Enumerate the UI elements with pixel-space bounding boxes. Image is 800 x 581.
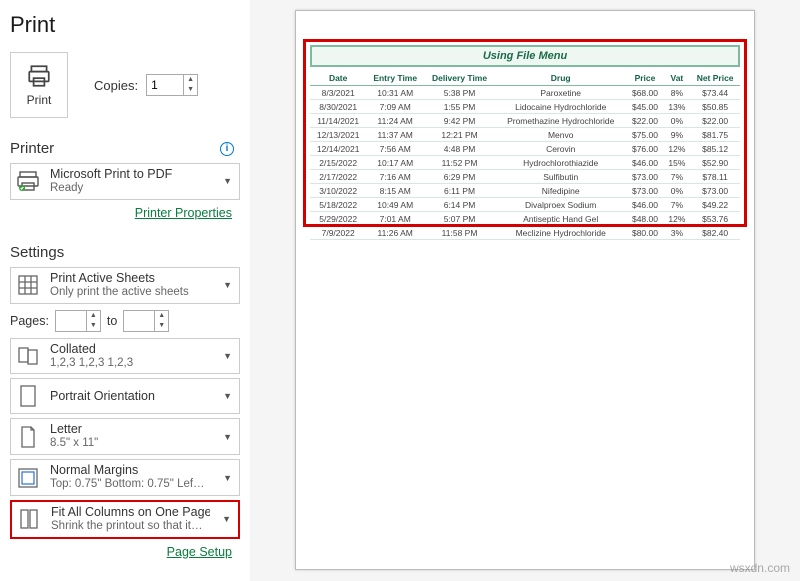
pages-from-stepper[interactable]: ▲▼: [55, 310, 101, 332]
print-button-label: Print: [27, 93, 52, 107]
watermark: wsxdn.com: [730, 561, 790, 575]
printer-properties-link[interactable]: Printer Properties: [10, 204, 240, 222]
pages-to-stepper[interactable]: ▲▼: [123, 310, 169, 332]
table-cell: Meclizine Hydrochloride: [495, 226, 626, 240]
scaling-sub: Shrink the printout so that it…: [51, 520, 210, 534]
paper-title: Letter: [50, 422, 211, 437]
collate-select[interactable]: Collated 1,2,3 1,2,3 1,2,3 ▼: [10, 338, 240, 375]
chevron-down-icon: ▼: [219, 280, 236, 290]
printer-name: Microsoft Print to PDF: [50, 167, 211, 182]
settings-section-label: Settings: [10, 244, 64, 261]
info-icon[interactable]: i: [220, 142, 234, 156]
paper-select[interactable]: Letter 8.5" x 11" ▼: [10, 418, 240, 455]
printer-select[interactable]: Microsoft Print to PDF Ready ▼: [10, 163, 240, 200]
pages-to-label: to: [107, 314, 117, 328]
table-cell: 11:26 AM: [366, 226, 424, 240]
scaling-select[interactable]: Fit All Columns on One Page Shrink the p…: [10, 500, 240, 539]
collate-title: Collated: [50, 342, 211, 357]
preview-page: Using File Menu DateEntry TimeDelivery T…: [295, 10, 755, 570]
margins-icon: [14, 464, 42, 492]
printer-icon: [25, 63, 53, 89]
printer-section-label: Printer: [10, 140, 54, 157]
margins-title: Normal Margins: [50, 463, 211, 478]
print-preview: Using File Menu DateEntry TimeDelivery T…: [250, 0, 800, 581]
table-cell: 11:58 PM: [424, 226, 495, 240]
table-cell: $80.00: [626, 226, 663, 240]
pages-to-input[interactable]: [124, 311, 154, 331]
paper-icon: [14, 423, 42, 451]
table-row: 7/9/202211:26 AM11:58 PMMeclizine Hydroc…: [310, 226, 740, 240]
copies-input[interactable]: [147, 75, 183, 95]
collate-sub: 1,2,3 1,2,3 1,2,3: [50, 357, 211, 371]
copies-label: Copies:: [94, 78, 138, 93]
copies-down-icon[interactable]: ▼: [184, 85, 197, 95]
fit-columns-icon: [15, 505, 43, 533]
chevron-down-icon: ▼: [219, 432, 236, 442]
table-cell: 7/9/2022: [310, 226, 366, 240]
copies-up-icon[interactable]: ▲: [184, 75, 197, 85]
preview-highlight-box: [303, 39, 747, 227]
page-title: Print: [10, 12, 240, 38]
print-area-sub: Only print the active sheets: [50, 286, 211, 300]
margins-select[interactable]: Normal Margins Top: 0.75" Bottom: 0.75" …: [10, 459, 240, 496]
printer-device-icon: [14, 167, 42, 195]
down-icon[interactable]: ▼: [155, 321, 168, 331]
up-icon[interactable]: ▲: [155, 311, 168, 321]
orientation-title: Portrait Orientation: [50, 389, 211, 404]
pages-label: Pages:: [10, 314, 49, 328]
chevron-down-icon: ▼: [219, 473, 236, 483]
print-area-title: Print Active Sheets: [50, 271, 211, 286]
chevron-down-icon: ▼: [218, 514, 235, 524]
table-cell: $82.40: [690, 226, 740, 240]
collate-icon: [14, 342, 42, 370]
orientation-select[interactable]: Portrait Orientation ▼: [10, 378, 240, 414]
chevron-down-icon: ▼: [219, 351, 236, 361]
margins-sub: Top: 0.75" Bottom: 0.75" Lef…: [50, 478, 211, 492]
sheets-icon: [14, 271, 42, 299]
portrait-icon: [14, 382, 42, 410]
chevron-down-icon: ▼: [219, 176, 236, 186]
pages-from-input[interactable]: [56, 311, 86, 331]
print-area-select[interactable]: Print Active Sheets Only print the activ…: [10, 267, 240, 304]
copies-stepper[interactable]: ▲ ▼: [146, 74, 198, 96]
table-cell: 3%: [664, 226, 691, 240]
scaling-title: Fit All Columns on One Page: [51, 505, 210, 520]
paper-sub: 8.5" x 11": [50, 437, 211, 451]
down-icon[interactable]: ▼: [87, 321, 100, 331]
chevron-down-icon: ▼: [219, 391, 236, 401]
page-setup-link[interactable]: Page Setup: [10, 543, 240, 561]
print-button[interactable]: Print: [10, 52, 68, 118]
printer-status: Ready: [50, 182, 211, 196]
up-icon[interactable]: ▲: [87, 311, 100, 321]
